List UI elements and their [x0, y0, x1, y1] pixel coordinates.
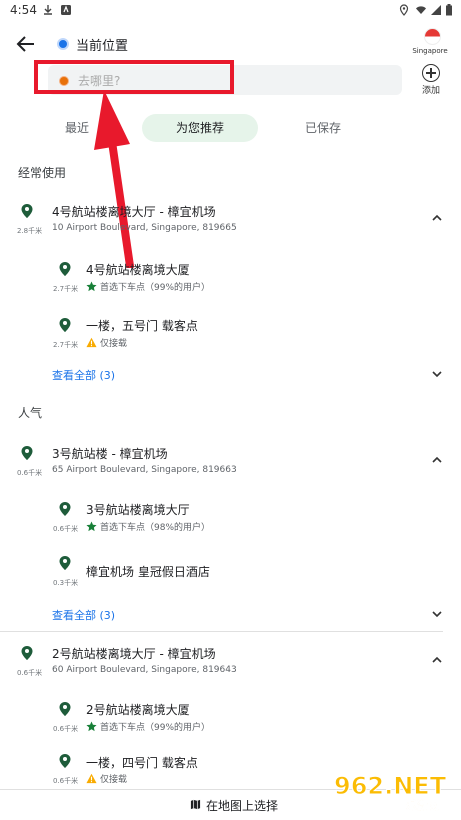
star-icon — [86, 721, 97, 732]
distance-label: 0.3千米 — [53, 579, 79, 587]
place-badge-text: 首选下车点（99%的用户） — [100, 283, 211, 293]
place-main-item[interactable]: 2.8千米 4号航站楼离境大厅 - 樟宜机场 10 Airport Boulev… — [0, 198, 461, 242]
place-sub-item[interactable]: 2.7千米 一楼，五号门 载客点 仅接载 — [0, 312, 461, 356]
add-stop-button[interactable]: 添加 — [418, 64, 444, 96]
section-title-frequent: 经常使用 — [18, 166, 67, 180]
distance-label: 2.7千米 — [53, 341, 79, 349]
location-pin-icon — [59, 702, 71, 716]
distance-label: 0.6千米 — [17, 469, 43, 477]
add-stop-label: 添加 — [421, 86, 440, 96]
chevron-down-icon[interactable] — [431, 610, 443, 618]
distance-label: 0.6千米 — [53, 525, 79, 533]
current-location-dot-icon — [57, 38, 69, 50]
download-icon — [44, 5, 52, 15]
section-divider — [0, 631, 443, 632]
place-address: 60 Airport Boulevard, Singapore, 819643 — [52, 665, 237, 675]
distance-label: 2.7千米 — [53, 285, 79, 293]
site-watermark: 962.NET 乐游网 — [330, 768, 458, 813]
place-main-item[interactable]: 0.6千米 3号航站楼 - 樟宜机场 65 Airport Boulevard,… — [0, 440, 461, 484]
tab-saved[interactable]: 已保存 — [296, 114, 350, 142]
place-title: 2号航站楼离境大厦 — [86, 703, 190, 717]
place-title: 4号航站楼离境大厅 - 樟宜机场 — [52, 205, 216, 219]
distance-label: 0.6千米 — [53, 777, 79, 785]
place-badge-text: 首选下车点（98%的用户） — [100, 523, 211, 533]
place-title: 2号航站楼离境大厅 - 樟宜机场 — [52, 647, 216, 661]
location-pin-icon — [59, 502, 71, 516]
singapore-flag-icon — [423, 28, 441, 45]
location-pin-icon — [59, 556, 71, 570]
place-badge-text: 首选下车点（99%的用户） — [100, 723, 211, 733]
region-name: Singapore — [412, 47, 448, 55]
place-title: 樟宜机场 皇冠假日酒店 — [86, 565, 210, 579]
tab-bar: 最近 为您推荐 已保存 — [0, 114, 461, 142]
signal-icon — [431, 5, 441, 15]
place-title: 一楼，五号门 载客点 — [86, 319, 198, 333]
tab-recommended[interactable]: 为您推荐 — [142, 114, 258, 142]
watermark-sub-text: 乐游网 — [406, 798, 439, 812]
map-icon — [190, 799, 201, 810]
place-badge: 首选下车点（99%的用户） — [86, 280, 210, 293]
chevron-up-icon[interactable] — [431, 456, 443, 464]
watermark-logo-icon: 962.NET 乐游网 — [334, 772, 448, 813]
choose-on-map-label: 在地图上选择 — [206, 799, 279, 813]
location-pin-icon — [21, 204, 33, 218]
chevron-down-icon[interactable] — [431, 370, 443, 378]
place-badge: 仅接载 — [86, 336, 127, 349]
place-title: 4号航站楼离境大厦 — [86, 263, 190, 277]
battery-icon — [446, 4, 452, 16]
star-icon — [86, 281, 97, 292]
app-notification-icon — [61, 5, 71, 15]
warning-icon — [86, 773, 97, 784]
location-pin-icon — [59, 754, 71, 768]
place-address: 65 Airport Boulevard, Singapore, 819663 — [52, 465, 237, 475]
section-title-popular: 人气 — [18, 406, 43, 420]
current-location-label[interactable]: 当前位置 — [76, 35, 128, 54]
place-title: 3号航站楼离境大厅 — [86, 503, 190, 517]
add-circle-icon — [422, 64, 440, 82]
place-sub-item[interactable]: 0.6千米 2号航站楼离境大厦 首选下车点（99%的用户） — [0, 696, 461, 740]
distance-label: 0.6千米 — [53, 725, 79, 733]
suggestion-list: 经常使用 2.8千米 4号航站楼离境大厅 - 樟宜机场 10 Airport B… — [0, 150, 461, 790]
place-badge-text: 仅接载 — [100, 339, 128, 349]
place-sub-item[interactable]: 0.6千米 3号航站楼离境大厅 首选下车点（98%的用户） — [0, 496, 461, 540]
see-all-link[interactable]: 查看全部 (3) — [52, 607, 115, 623]
watermark-text: 962.NET — [334, 772, 447, 800]
distance-label: 0.6千米 — [17, 669, 43, 677]
place-badge: 首选下车点（99%的用户） — [86, 720, 210, 733]
location-pin-icon — [59, 318, 71, 332]
place-main-item[interactable]: 0.6千米 2号航站楼离境大厅 - 樟宜机场 60 Airport Boulev… — [0, 640, 461, 684]
place-badge-text: 仅接载 — [100, 775, 128, 785]
place-sub-item[interactable]: 0.3千米 樟宜机场 皇冠假日酒店 — [0, 552, 461, 592]
place-title: 3号航站楼 - 樟宜机场 — [52, 447, 168, 461]
back-arrow-icon[interactable] — [14, 34, 42, 54]
chevron-up-icon[interactable] — [431, 214, 443, 222]
wifi-icon — [416, 6, 426, 14]
location-pin-icon — [59, 262, 71, 276]
location-status-icon — [399, 4, 409, 16]
tab-recent[interactable]: 最近 — [55, 114, 99, 142]
status-bar: 4:54 — [0, 0, 461, 22]
warning-icon — [86, 337, 97, 348]
location-pin-icon — [21, 646, 33, 660]
star-icon — [86, 521, 97, 532]
place-badge: 仅接载 — [86, 772, 127, 785]
location-pin-icon — [21, 446, 33, 460]
place-title: 一楼，四号门 载客点 — [86, 756, 198, 770]
place-address: 10 Airport Boulevard, Singapore, 819665 — [52, 223, 237, 233]
distance-label: 2.8千米 — [17, 227, 43, 235]
chevron-up-icon[interactable] — [431, 656, 443, 664]
see-all-link[interactable]: 查看全部 (3) — [52, 367, 115, 383]
place-sub-item[interactable]: 2.7千米 4号航站楼离境大厦 首选下车点（99%的用户） — [0, 256, 461, 300]
status-time: 4:54 — [10, 3, 37, 17]
place-badge: 首选下车点（98%的用户） — [86, 520, 210, 533]
